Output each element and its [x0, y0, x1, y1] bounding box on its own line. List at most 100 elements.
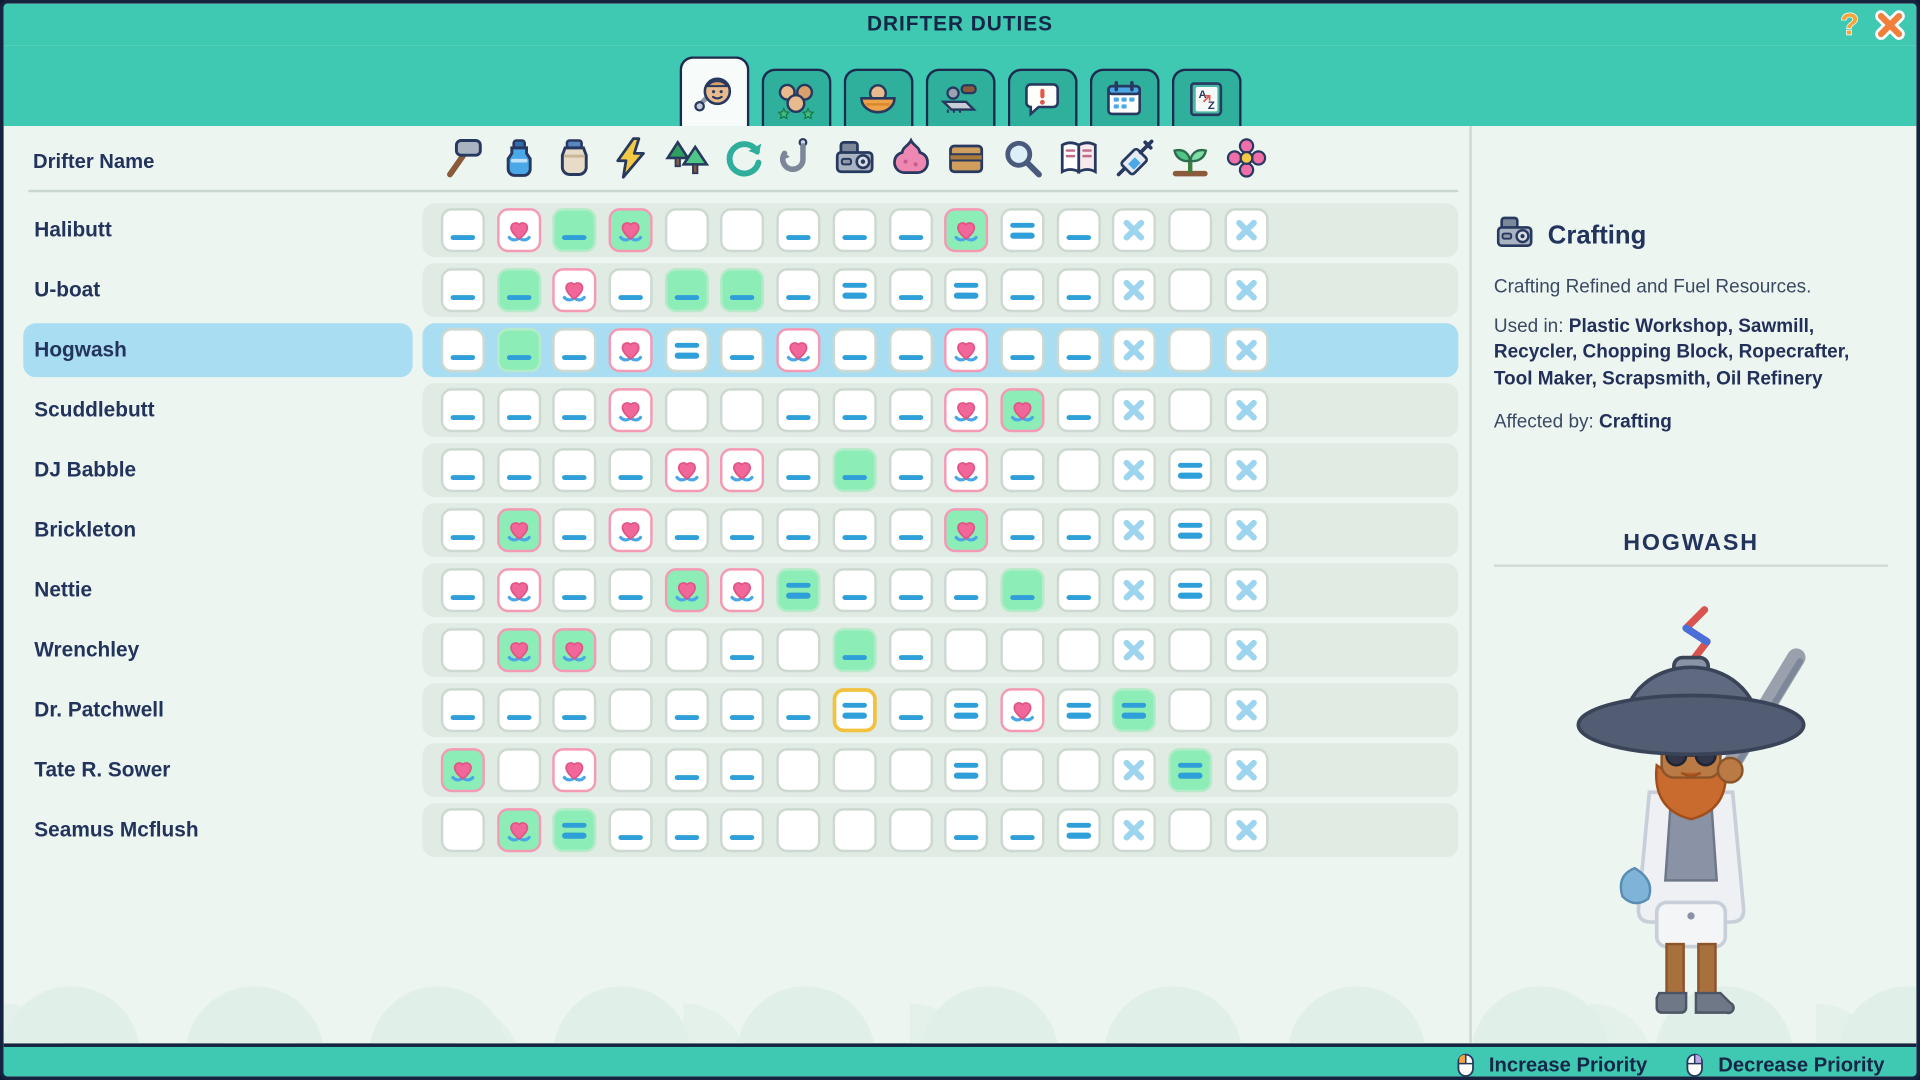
duty-cell-empty[interactable] — [1168, 688, 1212, 732]
duty-cell-dash[interactable] — [553, 208, 597, 252]
duty-cell-double[interactable] — [944, 268, 988, 312]
duty-cell-dash[interactable] — [553, 688, 597, 732]
duty-cell-heart[interactable] — [944, 388, 988, 432]
syringe-icon[interactable] — [1112, 136, 1156, 183]
duty-cell-x[interactable] — [1224, 628, 1268, 672]
duty-cell-x[interactable] — [1112, 448, 1156, 492]
duty-cell-dash[interactable] — [832, 448, 876, 492]
duty-cell-dash[interactable] — [888, 388, 932, 432]
duty-cell-dash[interactable] — [888, 508, 932, 552]
duty-cell-dash[interactable] — [888, 568, 932, 612]
duty-cell-double[interactable] — [832, 268, 876, 312]
duty-cell-double[interactable] — [944, 688, 988, 732]
duty-cell-x[interactable] — [1224, 808, 1268, 852]
duty-cell-x[interactable] — [1112, 208, 1156, 252]
duty-cell-dash[interactable] — [1056, 208, 1100, 252]
duty-cell-dash[interactable] — [776, 448, 820, 492]
duty-cell-x[interactable] — [1112, 568, 1156, 612]
duty-cell-dash[interactable] — [721, 748, 765, 792]
crate-icon[interactable] — [945, 136, 989, 183]
sprout-icon[interactable] — [1168, 136, 1212, 183]
duty-cell-double[interactable] — [944, 748, 988, 792]
duty-cell-heart[interactable] — [609, 508, 653, 552]
duty-cell-dash[interactable] — [553, 568, 597, 612]
duty-cell-dash[interactable] — [497, 448, 541, 492]
duty-cell-empty[interactable] — [1056, 748, 1100, 792]
duty-cell-dash[interactable] — [888, 268, 932, 312]
hook-icon[interactable] — [777, 136, 821, 183]
duty-cell-dash[interactable] — [609, 448, 653, 492]
duty-cell-double[interactable] — [1056, 688, 1100, 732]
duty-cell-empty[interactable] — [776, 748, 820, 792]
duty-cell-heart[interactable] — [944, 208, 988, 252]
tab-drifter-duties[interactable] — [679, 56, 749, 126]
duty-cell-dash[interactable] — [665, 508, 709, 552]
duty-cell-double[interactable] — [1168, 748, 1212, 792]
duty-cell-empty[interactable] — [441, 808, 485, 852]
duty-cell-empty[interactable] — [832, 748, 876, 792]
flask-icon[interactable] — [497, 136, 541, 183]
duty-cell-x[interactable] — [1224, 748, 1268, 792]
drifter-name[interactable]: Wrenchley — [23, 623, 412, 677]
duty-cell-empty[interactable] — [1056, 448, 1100, 492]
duty-cell-empty[interactable] — [1168, 388, 1212, 432]
forest-icon[interactable] — [665, 136, 709, 183]
duty-cell-x[interactable] — [1112, 328, 1156, 372]
duty-cell-x[interactable] — [1112, 748, 1156, 792]
duty-cell-double[interactable] — [776, 568, 820, 612]
close-button[interactable] — [1873, 9, 1906, 42]
duty-cell-dash[interactable] — [553, 388, 597, 432]
tab-relationships[interactable] — [761, 69, 831, 127]
duty-cell-dash[interactable] — [497, 328, 541, 372]
duty-cell-empty[interactable] — [609, 688, 653, 732]
duty-cell-dash[interactable] — [497, 388, 541, 432]
drifter-name[interactable]: Dr. Patchwell — [23, 683, 412, 737]
duty-cell-dash[interactable] — [441, 268, 485, 312]
duty-cell-dash[interactable] — [497, 688, 541, 732]
duty-cell-heart[interactable] — [609, 388, 653, 432]
duty-cell-dash[interactable] — [1056, 568, 1100, 612]
duty-cell-dash[interactable] — [1056, 328, 1100, 372]
drifter-name[interactable]: Tate R. Sower — [23, 743, 412, 797]
drifter-name[interactable]: Brickleton — [23, 503, 412, 557]
duty-cell-double[interactable] — [1168, 448, 1212, 492]
duty-cell-empty[interactable] — [1168, 328, 1212, 372]
bolt-icon[interactable] — [609, 136, 653, 183]
duty-cell-dash[interactable] — [888, 328, 932, 372]
recycle-icon[interactable] — [721, 136, 765, 183]
duty-cell-double[interactable] — [553, 808, 597, 852]
duty-cell-empty[interactable] — [609, 748, 653, 792]
duty-cell-heart[interactable] — [944, 328, 988, 372]
magnifier-icon[interactable] — [1001, 136, 1045, 183]
duty-cell-heart[interactable] — [609, 208, 653, 252]
duty-cell-dash[interactable] — [888, 448, 932, 492]
duty-cell-dash[interactable] — [721, 808, 765, 852]
duty-cell-heart[interactable] — [721, 448, 765, 492]
duty-cell-x[interactable] — [1224, 688, 1268, 732]
duty-cell-dash[interactable] — [609, 808, 653, 852]
duty-cell-dash[interactable] — [441, 448, 485, 492]
duty-cell-dash[interactable] — [1000, 268, 1044, 312]
duty-cell-heart[interactable] — [553, 268, 597, 312]
duty-cell-dash[interactable] — [888, 688, 932, 732]
duty-cell-dash[interactable] — [1056, 388, 1100, 432]
duty-cell-dash[interactable] — [776, 268, 820, 312]
compost-icon[interactable] — [889, 136, 933, 183]
tab-alerts[interactable] — [1007, 69, 1077, 127]
duty-cell-heart[interactable] — [1000, 688, 1044, 732]
duty-cell-dash[interactable] — [665, 808, 709, 852]
duty-cell-dash[interactable] — [665, 688, 709, 732]
duty-cell-heart[interactable] — [721, 568, 765, 612]
duty-cell-heart[interactable] — [553, 628, 597, 672]
duty-cell-empty[interactable] — [888, 808, 932, 852]
duty-cell-x[interactable] — [1224, 448, 1268, 492]
duty-cell-x[interactable] — [1112, 508, 1156, 552]
duty-cell-dash[interactable] — [553, 328, 597, 372]
duty-cell-empty[interactable] — [721, 208, 765, 252]
duty-cell-dash[interactable] — [665, 268, 709, 312]
duty-cell-empty[interactable] — [441, 628, 485, 672]
duty-cell-empty[interactable] — [832, 808, 876, 852]
duty-cell-x[interactable] — [1224, 208, 1268, 252]
duty-cell-dash[interactable] — [832, 208, 876, 252]
help-button[interactable]: ? — [1833, 9, 1866, 42]
